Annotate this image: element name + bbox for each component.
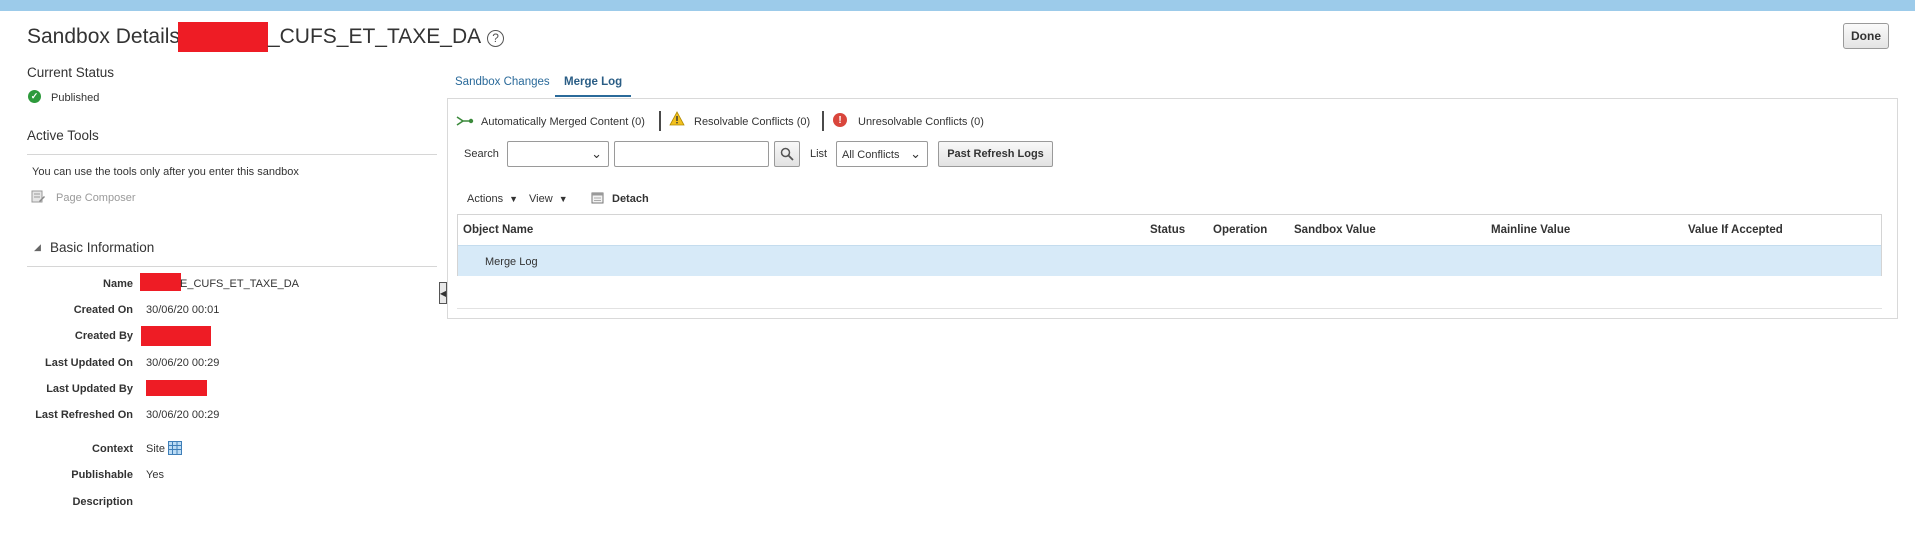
search-icon bbox=[780, 147, 794, 161]
field-label-description: Description bbox=[72, 496, 133, 508]
chevron-down-icon: ⌄ bbox=[591, 146, 602, 161]
legend-separator bbox=[659, 111, 661, 131]
field-label-created-on: Created On bbox=[73, 304, 133, 316]
field-value-last-updated-on: 30/06/20 00:29 bbox=[146, 357, 220, 369]
field-label-created-by: Created By bbox=[74, 330, 133, 342]
warning-triangle-icon bbox=[669, 111, 685, 126]
table-footer-divider bbox=[457, 308, 1882, 309]
page-composer-link[interactable]: Page Composer bbox=[56, 192, 136, 204]
triangle-down-icon: ▼ bbox=[509, 194, 519, 204]
divider bbox=[27, 266, 437, 267]
field-value-last-refreshed-on: 30/06/20 00:29 bbox=[146, 409, 220, 421]
list-select[interactable]: All Conflicts ⌄ bbox=[836, 141, 928, 167]
field-value-created-on: 30/06/20 00:01 bbox=[146, 304, 220, 316]
current-status-heading: Current Status bbox=[27, 65, 115, 80]
calendar-grid-icon[interactable] bbox=[168, 441, 182, 455]
tab-sandbox-changes[interactable]: Sandbox Changes bbox=[455, 76, 550, 88]
detach-icon[interactable] bbox=[591, 191, 605, 205]
tools-note: You can use the tools only after you ent… bbox=[32, 166, 299, 178]
redaction-box bbox=[146, 380, 207, 396]
field-value-name: E_CUFS_ET_TAXE_DA bbox=[180, 278, 300, 290]
chevron-down-icon: ⌄ bbox=[910, 146, 921, 161]
column-header-sandbox-value[interactable]: Sandbox Value bbox=[1294, 224, 1376, 236]
table-row[interactable]: Merge Log bbox=[458, 245, 1881, 276]
triangle-down-icon: ▼ bbox=[558, 194, 568, 204]
search-label: Search bbox=[464, 148, 499, 160]
field-value-context: Site bbox=[146, 443, 165, 455]
collapse-triangle-icon[interactable]: ◢ bbox=[34, 242, 41, 253]
row-object-name: Merge Log bbox=[485, 256, 538, 268]
page-title: Sandbox Details _CUFS_ET_TAXE_DA ? bbox=[27, 22, 505, 52]
detach-button[interactable]: Detach bbox=[612, 193, 649, 205]
field-value-publishable: Yes bbox=[146, 469, 164, 481]
redaction-box bbox=[177, 22, 268, 52]
page-composer-icon bbox=[31, 190, 46, 204]
legend-separator bbox=[822, 111, 824, 131]
list-select-value: All Conflicts bbox=[842, 149, 900, 161]
field-label-name: Name bbox=[103, 278, 133, 290]
page-title-prefix: Sandbox Details bbox=[27, 25, 180, 48]
question-circle-icon[interactable]: ? bbox=[487, 29, 505, 47]
field-label-last-updated-on: Last Updated On bbox=[44, 357, 133, 369]
view-label: View bbox=[529, 193, 553, 205]
basic-info-heading: Basic Information bbox=[50, 240, 155, 255]
merge-arrow-icon bbox=[456, 114, 474, 126]
check-circle-icon: ✓ bbox=[28, 90, 41, 103]
column-header-value-if-accepted[interactable]: Value If Accepted bbox=[1688, 224, 1783, 236]
field-label-last-refreshed-on: Last Refreshed On bbox=[35, 409, 133, 421]
window-top-bar bbox=[0, 0, 1915, 11]
column-header-mainline-value[interactable]: Mainline Value bbox=[1491, 224, 1570, 236]
legend-unresolvable: Unresolvable Conflicts (0) bbox=[858, 116, 984, 128]
done-button[interactable]: Done bbox=[1843, 23, 1889, 49]
field-label-context: Context bbox=[92, 443, 133, 455]
legend-auto-merged: Automatically Merged Content (0) bbox=[481, 116, 645, 128]
field-label-last-updated-by: Last Updated By bbox=[46, 383, 133, 395]
column-header-status[interactable]: Status bbox=[1150, 224, 1185, 236]
field-label-publishable: Publishable bbox=[71, 469, 133, 481]
divider bbox=[27, 154, 437, 155]
splitter-collapse-icon[interactable]: ◀ bbox=[439, 282, 447, 304]
merge-log-panel bbox=[447, 98, 1898, 319]
tab-merge-log[interactable]: Merge Log bbox=[564, 76, 622, 88]
active-tools-heading: Active Tools bbox=[27, 128, 99, 143]
column-header-object-name[interactable]: Object Name bbox=[463, 224, 533, 236]
list-label: List bbox=[810, 148, 828, 160]
error-circle-icon: ! bbox=[833, 113, 847, 127]
past-refresh-logs-button[interactable]: Past Refresh Logs bbox=[938, 141, 1053, 167]
merge-log-table: Object Name Status Operation Sandbox Val… bbox=[457, 214, 1882, 276]
search-input[interactable] bbox=[614, 141, 769, 167]
actions-menu[interactable]: Actions ▼ bbox=[467, 193, 518, 205]
column-header-operation[interactable]: Operation bbox=[1213, 224, 1267, 236]
legend-resolvable: Resolvable Conflicts (0) bbox=[694, 116, 811, 128]
search-field-select[interactable]: ⌄ bbox=[507, 141, 609, 167]
status-value: Published bbox=[51, 92, 100, 104]
view-menu[interactable]: View ▼ bbox=[529, 193, 568, 205]
active-tab-indicator bbox=[555, 95, 631, 97]
redaction-box bbox=[141, 326, 211, 346]
search-button[interactable] bbox=[774, 141, 800, 167]
actions-label: Actions bbox=[467, 193, 504, 205]
page-title-suffix: _CUFS_ET_TAXE_DA bbox=[267, 25, 482, 48]
redaction-box bbox=[140, 273, 181, 291]
